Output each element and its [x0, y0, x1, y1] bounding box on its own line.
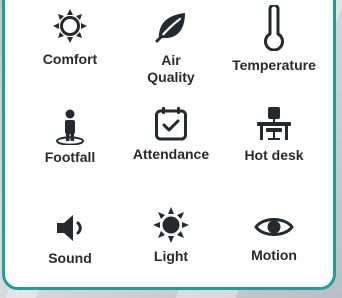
tile-label: Air Quality: [147, 52, 195, 85]
eye-icon: [254, 218, 294, 236]
tile-footfall[interactable]: Footfall: [20, 109, 120, 166]
person-icon: [56, 109, 84, 145]
tile-attendance[interactable]: Attendance: [121, 106, 221, 163]
tile-label: Hot desk: [244, 147, 304, 163]
tile-label: Temperature: [232, 57, 316, 73]
calendar-check-icon: [155, 107, 187, 141]
tile-comfort[interactable]: Comfort: [20, 9, 120, 68]
sensor-card: Comfort Air Quality Temperature Footfall: [2, 0, 336, 290]
tile-sound[interactable]: Sound: [20, 214, 120, 267]
tile-motion[interactable]: Motion: [224, 214, 324, 264]
tile-air-quality[interactable]: Air Quality: [121, 9, 221, 86]
tile-label: Motion: [251, 247, 297, 263]
tile-label: Footfall: [44, 149, 96, 165]
thermometer-icon: [264, 5, 284, 51]
bright-sun-icon: [153, 207, 189, 243]
sun-icon: [53, 9, 87, 43]
tile-label: Comfort: [42, 51, 98, 67]
speaker-icon: [57, 215, 82, 241]
tile-label: Light: [153, 248, 189, 264]
tile-hot-desk[interactable]: Hot desk: [224, 107, 324, 164]
tile-label: Sound: [48, 250, 92, 266]
leaf-icon: [155, 13, 185, 43]
tile-light[interactable]: Light: [121, 207, 221, 265]
tile-label: Attendance: [132, 146, 210, 162]
desk-chair-icon: [257, 107, 291, 140]
tile-temperature[interactable]: Temperature: [224, 5, 324, 74]
